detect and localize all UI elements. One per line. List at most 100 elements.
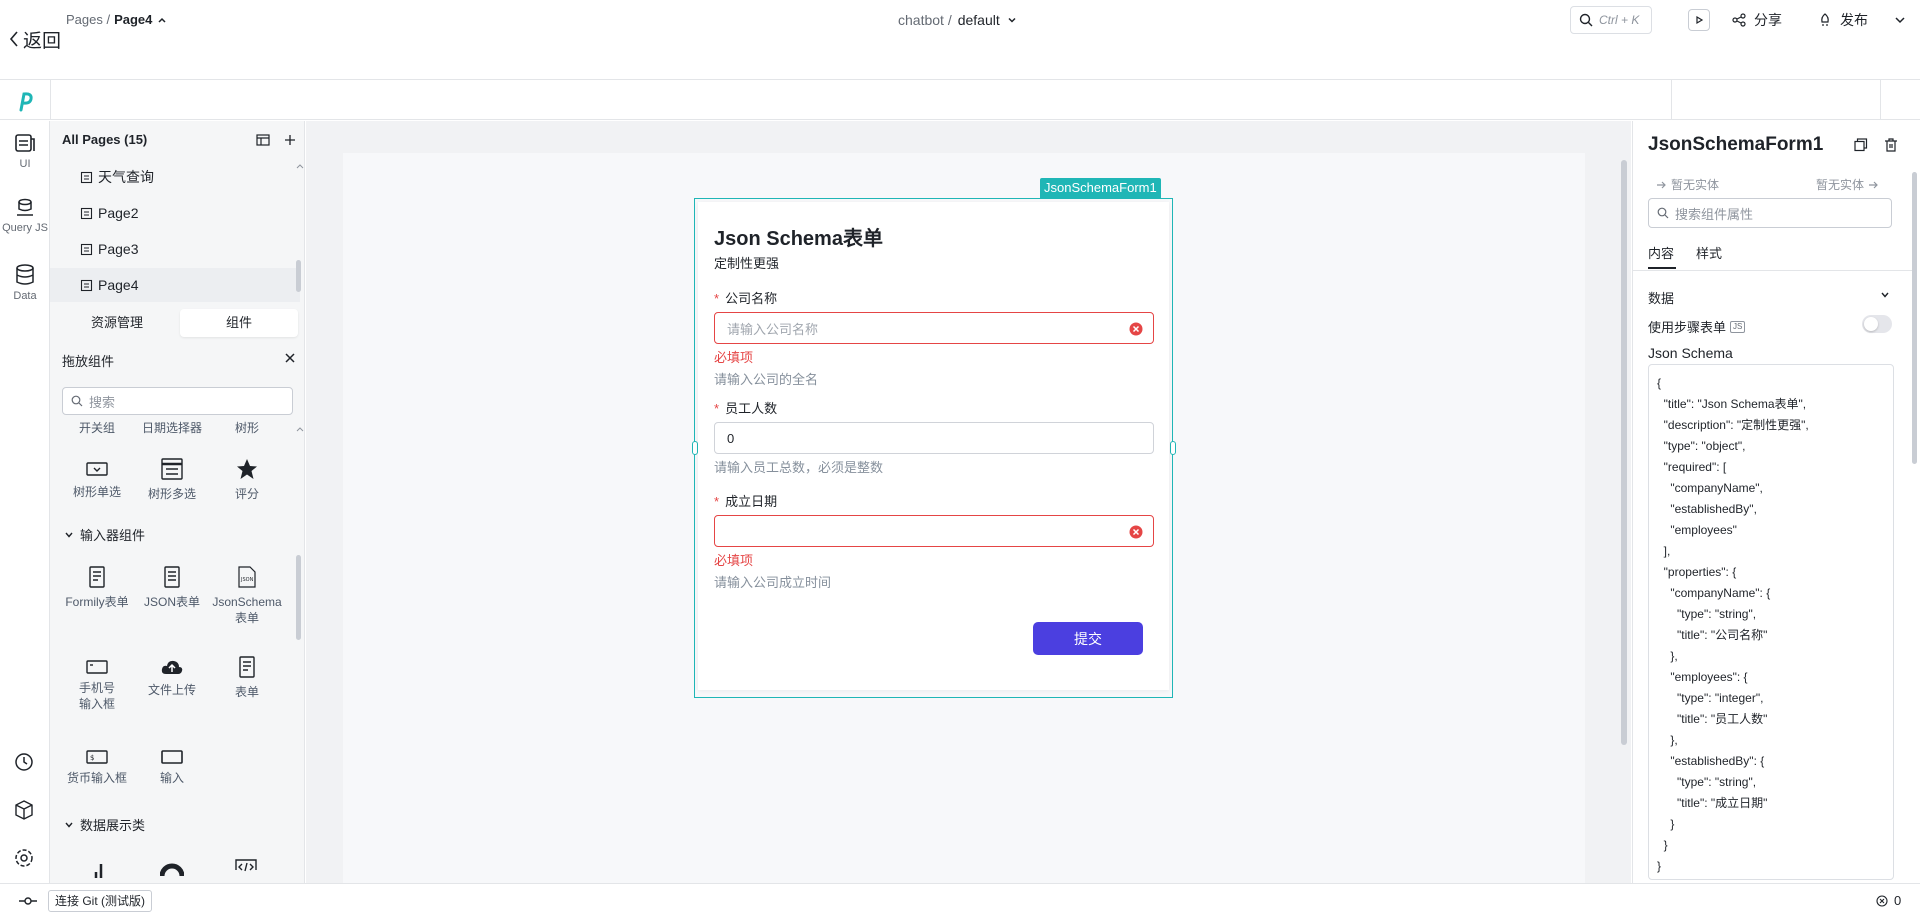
property-search-input[interactable]: 搜索组件属性 — [1648, 198, 1892, 228]
selected-component-tag[interactable]: JsonSchemaForm1 — [1040, 178, 1161, 198]
donut-chart-icon[interactable] — [160, 858, 184, 878]
component-phone-input[interactable]: 手机号 输入框 — [59, 660, 135, 712]
ui-icon — [15, 134, 35, 152]
tab-components[interactable]: 组件 — [180, 309, 298, 337]
component-file-upload[interactable]: 文件上传 — [134, 658, 210, 698]
back-button[interactable]: 返回 — [8, 26, 61, 52]
trash-icon[interactable] — [1884, 138, 1898, 152]
breadcrumb-root[interactable]: Pages / — [66, 12, 110, 27]
error-clear-icon[interactable] — [1129, 525, 1143, 539]
step-form-label: 使用步骤表单 — [1648, 320, 1727, 335]
tab-resources[interactable]: 资源管理 — [62, 309, 172, 337]
tab-style[interactable]: 样式 — [1696, 243, 1722, 262]
component-currency-input[interactable]: $ 货币输入框 — [59, 750, 135, 786]
submit-button[interactable]: 提交 — [1033, 622, 1143, 655]
app-env-selector[interactable]: chatbot / default — [898, 12, 1018, 28]
page-item-selected[interactable]: Page4 — [80, 275, 138, 295]
app-logo[interactable] — [12, 88, 38, 114]
add-page-icon[interactable] — [283, 133, 297, 147]
established-date-input[interactable] — [714, 515, 1154, 547]
chevron-down-icon[interactable] — [1880, 290, 1890, 300]
canvas-scrollbar[interactable] — [1621, 160, 1627, 745]
component-name[interactable]: JsonSchemaForm1 — [1648, 134, 1823, 156]
component-json-schema-form[interactable]: JSON JsonSchema 表单 — [209, 566, 285, 626]
git-commit-icon[interactable] — [18, 893, 38, 909]
component-item[interactable]: 树形 — [209, 420, 285, 436]
share-button[interactable]: 分享 — [1732, 10, 1782, 30]
components-panel-title: 拖放组件 — [62, 354, 115, 369]
data-icon — [16, 264, 34, 285]
resize-handle-right[interactable] — [1170, 441, 1176, 455]
components-scrollbar[interactable] — [296, 555, 301, 640]
tree-select-icon — [86, 462, 108, 476]
page-icon — [80, 171, 93, 183]
component-item[interactable]: 日期选择器 — [134, 420, 210, 436]
group-input-components[interactable]: 输入器组件 — [64, 525, 145, 544]
settings-icon[interactable] — [13, 847, 35, 869]
publish-button[interactable]: 发布 — [1818, 10, 1868, 30]
field-label-text: 公司名称 — [725, 291, 778, 306]
component-formily-form[interactable]: Formily表单 — [59, 566, 135, 610]
database-icon — [17, 198, 33, 216]
left-panel-tabs: 资源管理 组件 — [62, 309, 298, 337]
json-schema-editor[interactable]: { "title": "Json Schema表单", "description… — [1648, 364, 1894, 880]
arrow-right-icon — [1869, 181, 1878, 188]
page-item[interactable]: Page2 — [80, 203, 138, 223]
breadcrumb[interactable]: Pages / Page4 — [66, 12, 168, 27]
component-label: 表单 — [234, 685, 259, 699]
preview-button[interactable] — [1688, 9, 1710, 31]
rail-item-ui[interactable]: UI — [0, 131, 50, 170]
copy-icon[interactable] — [1854, 138, 1868, 152]
global-search-button[interactable]: Ctrl + K — [1570, 6, 1652, 34]
properties-scrollbar[interactable] — [1912, 172, 1917, 464]
tab-content[interactable]: 内容 — [1648, 243, 1674, 262]
close-icon[interactable] — [284, 352, 296, 364]
page-item-label: Page4 — [98, 277, 139, 293]
component-tree-select[interactable]: 树形单选 — [59, 460, 135, 500]
env-name[interactable]: default — [958, 12, 1000, 28]
app-name: chatbot / — [898, 12, 952, 28]
entity-left[interactable]: 暂无实体 — [1656, 176, 1719, 193]
breadcrumb-current[interactable]: Page4 — [114, 12, 152, 27]
search-icon — [1657, 207, 1669, 219]
pages-scrollbar[interactable] — [296, 260, 301, 292]
component-input[interactable]: 输入 — [134, 750, 210, 786]
share-label: 分享 — [1754, 12, 1782, 28]
rail-item-query-js[interactable]: Query JS — [0, 197, 50, 234]
component-rate[interactable]: 评分 — [209, 458, 285, 502]
currency-input-icon: $ — [86, 750, 108, 764]
error-count[interactable]: 0 — [1876, 893, 1901, 908]
connect-git-button[interactable]: 连接 Git (测试版) — [48, 890, 152, 912]
arrow-right-icon — [1657, 181, 1666, 188]
scroll-up-arrow-icon[interactable] — [296, 163, 304, 169]
entity-right[interactable]: 暂无实体 — [1816, 176, 1879, 193]
component-form[interactable]: 表单 — [209, 656, 285, 700]
page-item[interactable]: 天气查询 — [80, 167, 154, 187]
page-item[interactable]: Page3 — [80, 239, 138, 259]
chevron-down-icon[interactable] — [1894, 14, 1906, 26]
step-form-toggle[interactable] — [1862, 315, 1892, 333]
component-search-input[interactable]: 搜索 — [62, 387, 293, 415]
field-help: 请输入公司的全名 — [714, 372, 819, 387]
field-error: 必填项 — [714, 350, 754, 365]
chevron-up-icon[interactable] — [156, 14, 168, 26]
rail-item-data[interactable]: Data — [0, 263, 50, 302]
component-json-form[interactable]: JSON表单 — [134, 566, 210, 610]
employees-input[interactable]: 0 — [714, 422, 1154, 454]
cube-icon[interactable] — [13, 799, 35, 821]
publish-label: 发布 — [1840, 12, 1868, 28]
chevron-down-icon[interactable] — [1006, 14, 1018, 26]
bar-chart-icon[interactable] — [94, 858, 108, 878]
component-tree-multi-select[interactable]: 树形多选 — [134, 458, 210, 502]
layout-icon[interactable] — [256, 133, 270, 147]
page-item-label: Page3 — [98, 241, 139, 257]
scroll-up-arrow-icon[interactable] — [296, 426, 304, 432]
history-icon[interactable] — [13, 751, 35, 773]
js-badge[interactable]: JS — [1730, 320, 1746, 333]
company-name-input[interactable]: 请输入公司名称 — [714, 312, 1154, 344]
code-icon[interactable] — [234, 858, 258, 874]
component-item[interactable]: 开关组 — [59, 420, 135, 436]
section-data-title[interactable]: 数据 — [1648, 288, 1674, 307]
group-data-display[interactable]: 数据展示类 — [64, 815, 145, 834]
error-clear-icon[interactable] — [1129, 322, 1143, 336]
